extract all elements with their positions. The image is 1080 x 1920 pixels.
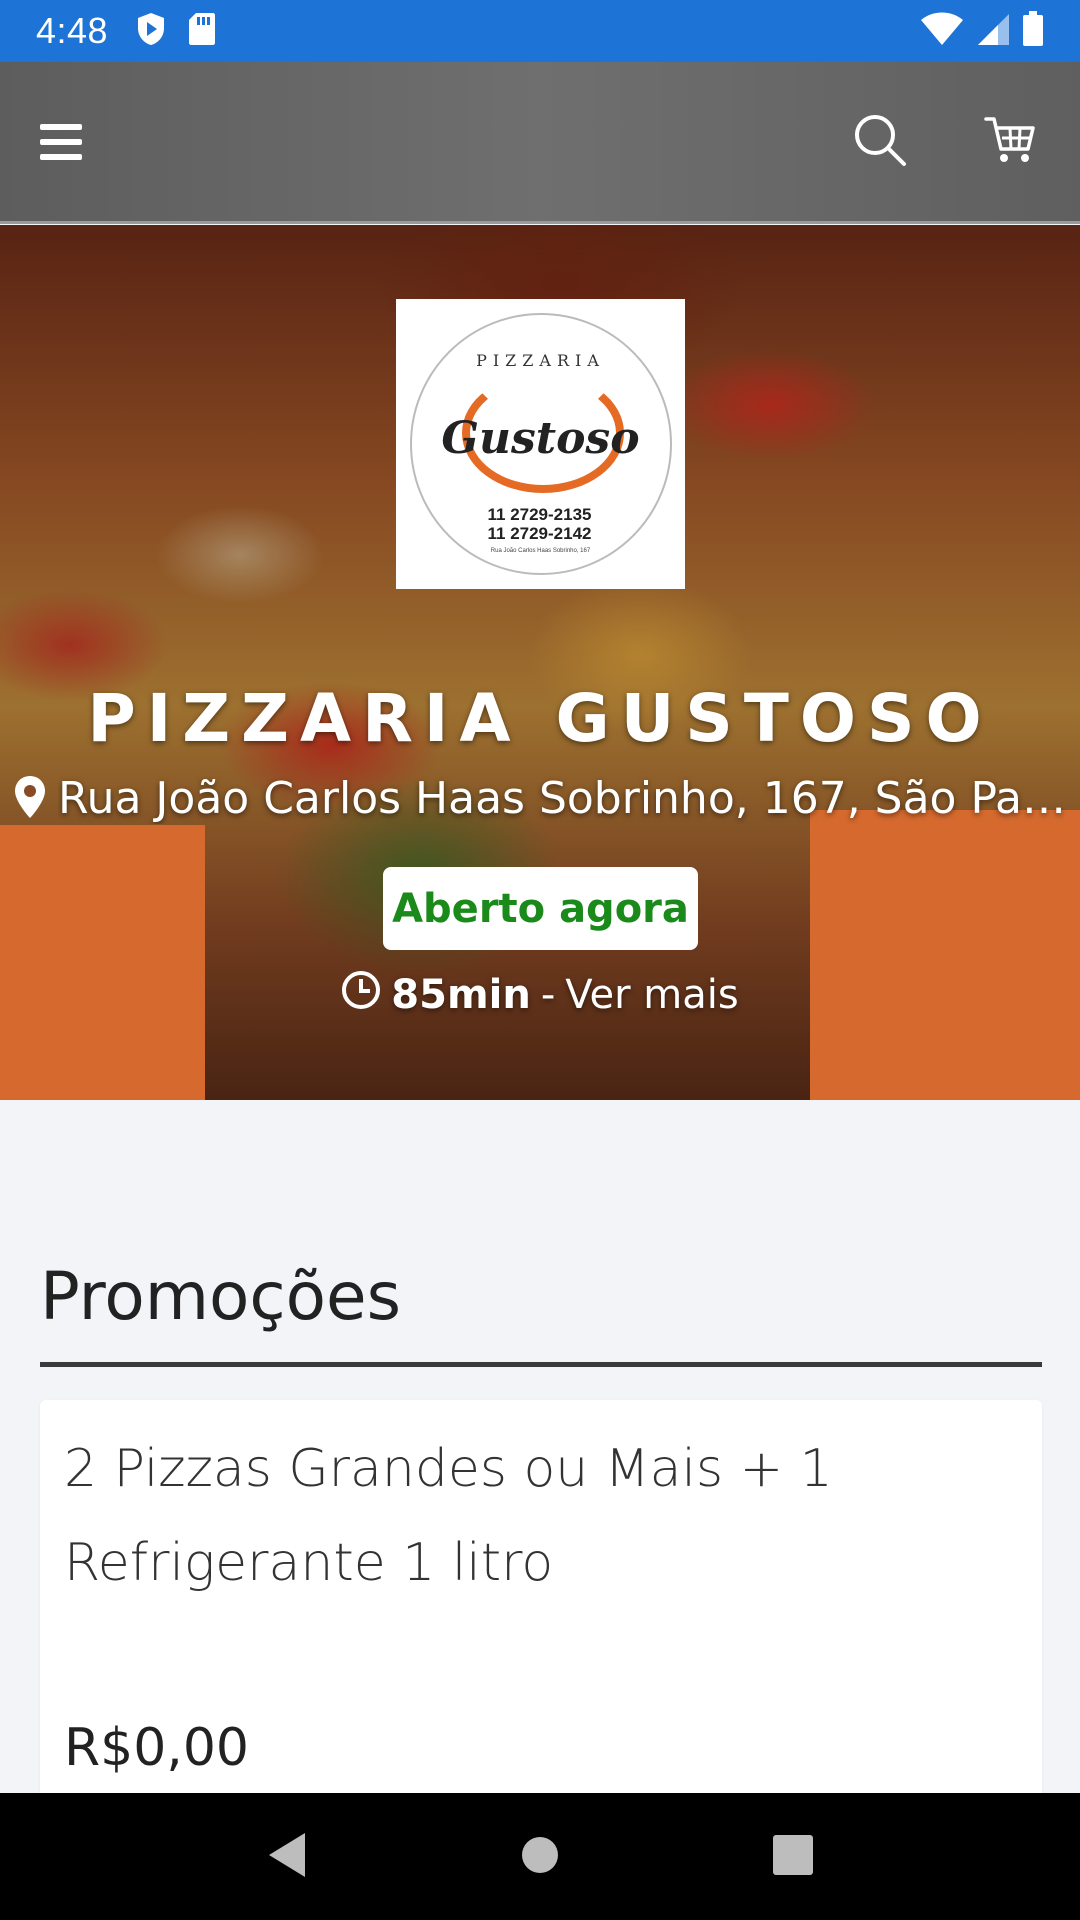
promotion-price: R$0,00 bbox=[64, 1718, 249, 1778]
logo-script-text: Gustoso bbox=[441, 413, 640, 464]
status-right-icons bbox=[920, 11, 1044, 51]
delivery-time: 85min bbox=[391, 972, 531, 1018]
cart-button[interactable] bbox=[980, 112, 1040, 172]
back-button[interactable] bbox=[247, 1817, 327, 1897]
restaurant-hero: PIZZARIA Gustoso 11 2729-2135 11 2729-21… bbox=[0, 225, 1080, 1100]
hero-content: PIZZARIA Gustoso 11 2729-2135 11 2729-21… bbox=[0, 225, 1080, 1100]
system-nav-bar bbox=[0, 1793, 1080, 1920]
logo-address: Rua João Carlos Haas Sobrinho, 167 bbox=[490, 548, 591, 554]
delivery-info[interactable]: 85min - Ver mais bbox=[0, 970, 1080, 1020]
cart-icon bbox=[984, 115, 1036, 169]
restaurant-logo: PIZZARIA Gustoso 11 2729-2135 11 2729-21… bbox=[396, 299, 685, 589]
header-actions bbox=[850, 112, 1040, 172]
status-left-icons bbox=[136, 12, 216, 50]
restaurant-name: PIZZARIA GUSTOSO bbox=[87, 680, 993, 757]
delivery-separator: - bbox=[540, 972, 556, 1018]
map-pin-icon bbox=[14, 775, 46, 823]
promotions-divider bbox=[40, 1362, 1042, 1367]
home-button[interactable] bbox=[500, 1817, 580, 1897]
promotion-name: 2 Pizzas Grandes ou Mais + 1 Refrigerant… bbox=[64, 1439, 833, 1593]
cell-signal-icon bbox=[976, 12, 1010, 50]
menu-icon bbox=[40, 123, 82, 130]
promotion-card[interactable]: 2 Pizzas Grandes ou Mais + 1 Refrigerant… bbox=[40, 1400, 1042, 1820]
status-bar: 4:48 bbox=[0, 0, 1080, 62]
address-row[interactable]: Rua João Carlos Haas Sobrinho, 167, São … bbox=[14, 773, 1074, 824]
restaurant-address: Rua João Carlos Haas Sobrinho, 167, São … bbox=[58, 773, 1074, 824]
recents-icon bbox=[772, 1834, 814, 1880]
clock-icon bbox=[341, 970, 381, 1020]
menu-button[interactable] bbox=[40, 115, 94, 169]
logo-phone-1: 11 2729-2135 bbox=[487, 505, 592, 524]
recents-button[interactable] bbox=[753, 1817, 833, 1897]
home-icon bbox=[520, 1835, 560, 1879]
open-status-badge: Aberto agora bbox=[383, 867, 698, 950]
back-icon bbox=[265, 1831, 309, 1883]
wifi-icon bbox=[920, 12, 964, 50]
sd-card-icon bbox=[188, 12, 216, 50]
search-button[interactable] bbox=[850, 112, 910, 172]
logo-circle: PIZZARIA Gustoso 11 2729-2135 11 2729-21… bbox=[409, 313, 672, 575]
play-protect-icon bbox=[136, 12, 166, 50]
promotions-title: Promoções bbox=[40, 1258, 402, 1335]
search-icon bbox=[853, 113, 907, 171]
status-time: 4:48 bbox=[36, 10, 109, 51]
app-header bbox=[0, 62, 1080, 224]
see-more-link[interactable]: Ver mais bbox=[565, 972, 738, 1018]
logo-phone-2: 11 2729-2142 bbox=[487, 524, 592, 543]
logo-top-text: PIZZARIA bbox=[476, 351, 605, 370]
logo-phones: 11 2729-2135 11 2729-2142 bbox=[488, 505, 592, 543]
battery-icon bbox=[1022, 11, 1044, 51]
